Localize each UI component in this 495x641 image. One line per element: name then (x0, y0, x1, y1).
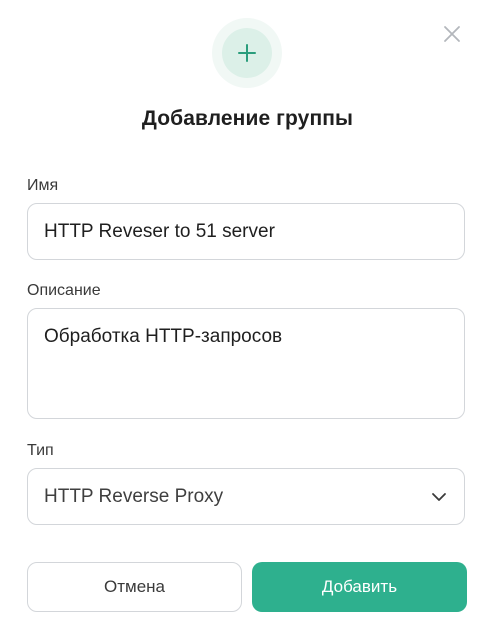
chevron-down-icon (432, 493, 446, 501)
description-field[interactable]: Обработка HTTP-запросов (27, 308, 465, 419)
add-button[interactable]: Добавить (252, 562, 467, 612)
name-field-value: HTTP Reveser to 51 server (44, 221, 275, 242)
close-icon (444, 26, 460, 42)
name-label: Имя (27, 177, 59, 194)
type-select[interactable]: HTTP Reverse Proxy (27, 468, 465, 525)
type-select-value: HTTP Reverse Proxy (44, 486, 224, 507)
close-button[interactable] (438, 20, 466, 48)
dialog-title: Добавление группы (141, 107, 354, 130)
type-label: Тип (27, 442, 54, 459)
cancel-button[interactable]: Отмена (27, 562, 242, 612)
add-group-dialog: Добавление группы Имя HTTP Reveser to 51… (0, 0, 495, 641)
description-field-value: Обработка HTTP-запросов (44, 326, 283, 347)
name-field[interactable]: HTTP Reveser to 51 server (27, 203, 465, 260)
description-label: Описание (27, 282, 101, 299)
plus-icon (238, 44, 256, 62)
header-icon-badge (212, 18, 282, 88)
